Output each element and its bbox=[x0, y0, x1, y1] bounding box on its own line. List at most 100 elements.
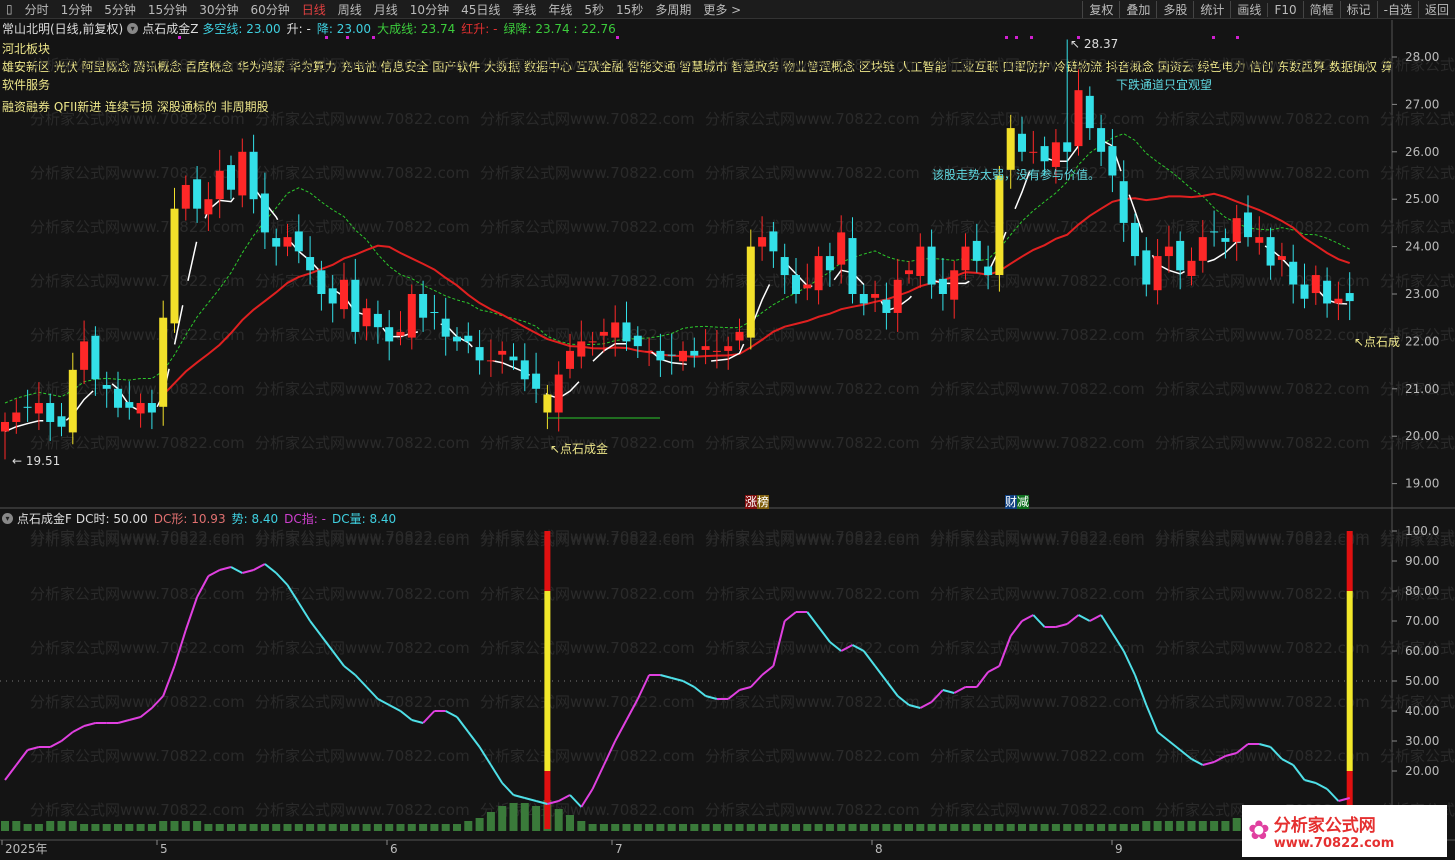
watermark: 分析家公式网www.70822.com bbox=[1155, 434, 1370, 452]
watermark: 分析家公式网www.70822.com bbox=[705, 585, 920, 603]
oscillator-segment bbox=[445, 710, 458, 718]
candle-body bbox=[554, 374, 563, 413]
oscillator-segment bbox=[614, 719, 628, 742]
watermark: 分析家公式网www.70822.com bbox=[705, 531, 920, 549]
volume-bar bbox=[419, 824, 428, 831]
osc-tick-label: 80.00 bbox=[1405, 584, 1439, 598]
candle-body bbox=[1108, 146, 1117, 176]
volume-bar bbox=[1097, 824, 1106, 831]
volume-bar bbox=[645, 824, 654, 831]
indicator-menu-icon[interactable]: ▾ bbox=[2, 513, 13, 524]
down-channel-note: 下跌通道只宜观望 bbox=[1116, 78, 1213, 92]
candle-body bbox=[724, 346, 733, 351]
oscillator-segment bbox=[1304, 779, 1317, 784]
oscillator-segment bbox=[15, 749, 29, 766]
watermark: 分析家公式网www.70822.com bbox=[30, 218, 245, 236]
watermark: 分析家公式网www.70822.com bbox=[930, 693, 1145, 711]
indicator-value: DC时: 50.00 bbox=[75, 512, 148, 526]
candle-body bbox=[611, 322, 620, 338]
watermark: 分析家公式网www.70822.com bbox=[705, 164, 920, 182]
volume-bar bbox=[1040, 824, 1049, 831]
signal-marker bbox=[1005, 36, 1008, 39]
watermark: 分析家公式网www.70822.com bbox=[30, 801, 245, 819]
candle-body bbox=[905, 270, 913, 275]
volume-bar bbox=[57, 821, 66, 831]
watermark: 分析家公式网www.70822.com bbox=[255, 639, 470, 657]
candle-body bbox=[622, 322, 631, 342]
watermark: 分析家公式网www.70822.com bbox=[1155, 639, 1370, 657]
watermark: 分析家公式网www.70822.com bbox=[480, 272, 695, 290]
watermark: 分析家公式网www.70822.com bbox=[930, 218, 1145, 236]
oscillator-segment bbox=[1315, 782, 1328, 790]
candle-body bbox=[735, 331, 744, 341]
candle-body bbox=[114, 388, 122, 408]
volume-bar bbox=[780, 824, 789, 831]
volume-bar bbox=[12, 821, 21, 831]
volume-bar bbox=[283, 824, 292, 831]
watermark: 分析家公式网www.70822.com bbox=[705, 56, 920, 74]
candle-body bbox=[520, 360, 529, 380]
candle-body bbox=[1006, 128, 1015, 170]
signal-label: ↖点石成金 bbox=[550, 442, 609, 456]
volume-bar bbox=[1164, 821, 1173, 831]
watermark: 分析家公式网www.70822.com bbox=[480, 218, 695, 236]
volume-bar bbox=[1232, 818, 1241, 831]
oscillator-segment bbox=[490, 764, 504, 784]
candle-body bbox=[656, 350, 665, 361]
volume-bar bbox=[1131, 824, 1139, 831]
watermark: 分析家公式网www.70822.com bbox=[705, 801, 920, 819]
watermark: 分析家公式网www.70822.com bbox=[30, 164, 245, 182]
price-tick-label: 25.00 bbox=[1405, 192, 1439, 206]
candle-body bbox=[317, 270, 326, 294]
candle-body bbox=[667, 354, 676, 356]
watermark: 分析家公式网www.70822.com bbox=[1155, 110, 1370, 128]
price-tick-label: 22.00 bbox=[1405, 334, 1439, 348]
candle-body bbox=[1210, 231, 1219, 233]
osc-tick-label: 90.00 bbox=[1405, 554, 1439, 568]
watermark: 分析家公式网www.70822.com bbox=[480, 110, 695, 128]
watermark: 分析家公式网www.70822.com bbox=[1380, 110, 1455, 128]
limit-up-a: 涨 bbox=[745, 495, 758, 509]
site-logo: ✿ 分析家公式网 www.70822.com bbox=[1242, 805, 1447, 857]
candle-body bbox=[294, 231, 303, 252]
watermark: 分析家公式网www.70822.com bbox=[480, 531, 695, 549]
candle-body bbox=[1119, 181, 1128, 223]
volume-bar bbox=[520, 803, 529, 831]
volume-bar bbox=[294, 824, 303, 831]
candle-body bbox=[486, 360, 495, 362]
candle-body bbox=[1198, 237, 1207, 261]
candle-body bbox=[1074, 90, 1083, 147]
volume-bar bbox=[170, 821, 179, 831]
oscillator-segment bbox=[874, 665, 888, 682]
volume-bar bbox=[362, 824, 371, 831]
volume-bar bbox=[1198, 821, 1207, 831]
volume-bar bbox=[905, 824, 913, 831]
candle-body bbox=[1334, 298, 1343, 304]
volume-bar bbox=[825, 824, 834, 831]
sub-indicator-header: ▾ 点石成金F DC时: 50.00 DC形: 10.93 势: 8.40 DC指: … bbox=[2, 510, 396, 527]
watermark: 分析家公式网www.70822.com bbox=[705, 639, 920, 657]
volume-bar bbox=[475, 818, 484, 831]
watermark: 分析家公式网www.70822.com bbox=[930, 531, 1145, 549]
candle-body bbox=[599, 331, 608, 336]
watermark: 分析家公式网www.70822.com bbox=[255, 585, 470, 603]
oscillator-segment bbox=[987, 665, 1000, 673]
signal-marker bbox=[1236, 36, 1239, 39]
sub-indicator-name[interactable]: 点石成金F bbox=[17, 510, 72, 527]
volume-bar bbox=[328, 824, 337, 831]
watermark: 分析家公式网www.70822.com bbox=[1155, 164, 1370, 182]
oscillator-segment bbox=[1292, 764, 1306, 781]
volume-bar bbox=[950, 824, 959, 831]
signal-marker bbox=[1030, 36, 1033, 39]
kline-chart[interactable]: 分析家公式网www.70822.com 分析家公式网www.70822.com 分析… bbox=[0, 0, 1455, 860]
volume-bar bbox=[351, 824, 360, 831]
candle-body bbox=[1063, 142, 1072, 152]
volume-bar bbox=[712, 824, 721, 831]
candle-body bbox=[1097, 128, 1106, 152]
low-value: 19.51 bbox=[25, 454, 61, 468]
signal-marker bbox=[616, 36, 619, 39]
candle-body bbox=[204, 199, 213, 215]
candle-body bbox=[566, 350, 574, 369]
volume-bar bbox=[837, 824, 846, 831]
volume-bar bbox=[746, 824, 755, 831]
